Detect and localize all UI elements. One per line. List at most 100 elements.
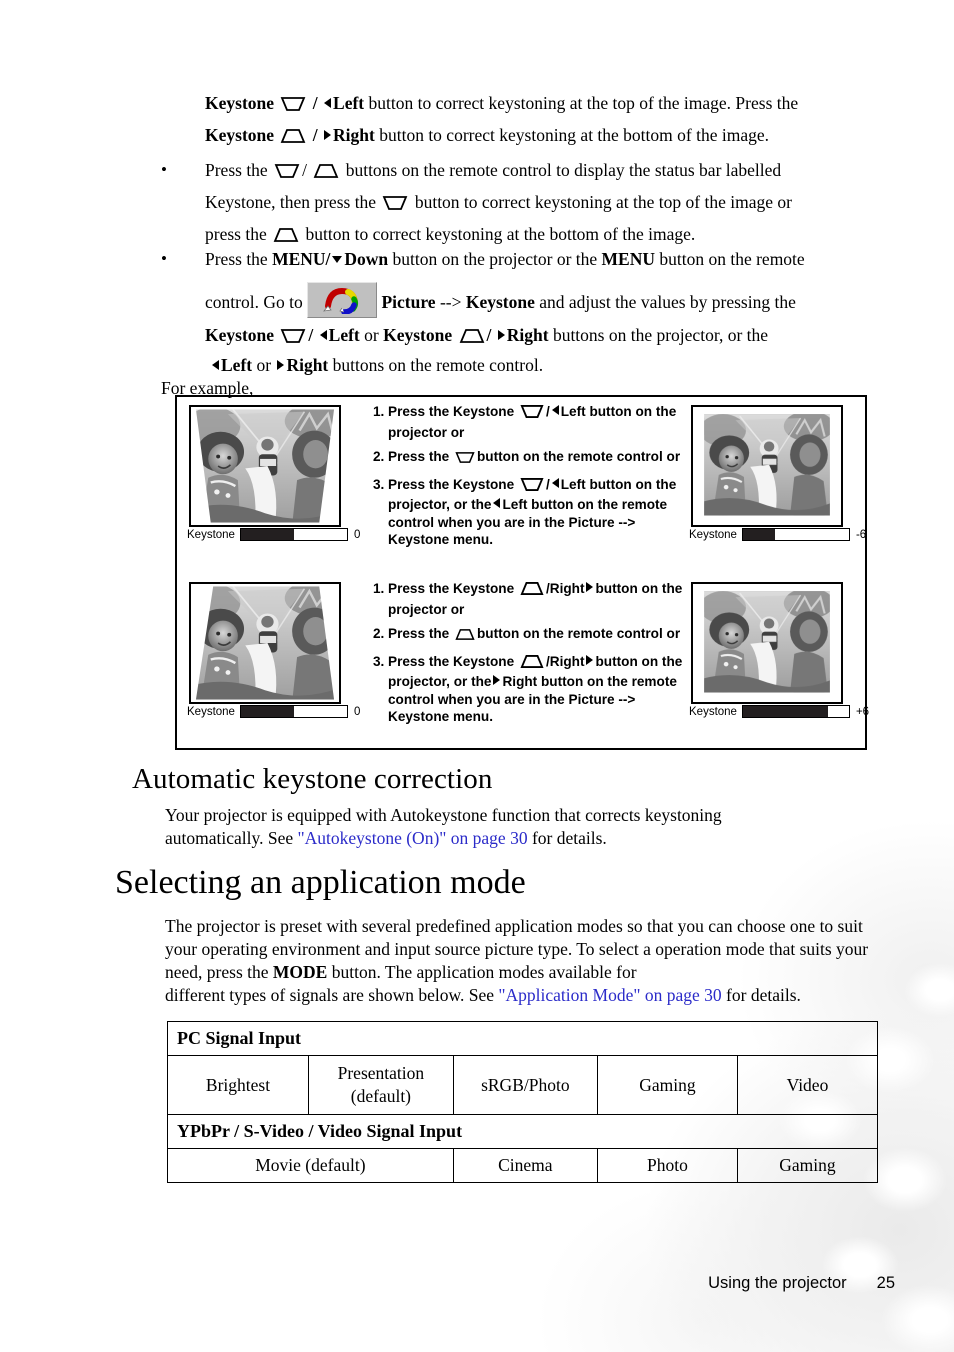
keystone-up-icon-4	[459, 323, 485, 353]
page-footer: Using the projector 25	[0, 1274, 895, 1293]
bullet-2-text-c: button on the remote	[655, 249, 805, 269]
step-slash-a: /	[545, 404, 550, 419]
step-text: Press the Keystone /Right button on the p…	[388, 580, 685, 618]
step-text-a: Press the Keystone	[388, 404, 515, 419]
bullet-2-line-3: Keystone / Left or Keystone / Right butt…	[205, 320, 905, 353]
status-bar-label-2: Keystone	[689, 528, 737, 541]
section-heading-auto-keystone: Automatic keystone correction	[132, 763, 493, 795]
app-mode-text-b: button. The application modes available …	[327, 962, 637, 982]
status-bar-track-3	[239, 705, 348, 718]
keystone-down-icon-s1	[520, 404, 544, 424]
step-number: 3.	[373, 476, 385, 492]
bullet-2-line-2: control. Go to Picture --> Keystone and …	[205, 282, 905, 318]
status-bar-top-after: Keystone -6	[689, 528, 866, 541]
bullet-2-line-1: Press the MENU/Down button on the projec…	[205, 244, 905, 274]
bullet-1-text-a: Press the	[205, 160, 273, 180]
auto-keystone-text-b: for details.	[527, 828, 607, 848]
step-item: 2. Press the button on the remote contro…	[373, 448, 685, 469]
step-number: 1.	[373, 404, 385, 419]
right-label-2: Right	[506, 325, 549, 345]
keystone-up-icon-s1	[520, 581, 544, 601]
left-arrow-icon-2	[319, 330, 327, 340]
mode-cell-photo: Photo	[596, 1148, 738, 1183]
bullet-1-text-b: buttons on the remote control to display…	[341, 160, 782, 180]
table-row: Movie (default) Cinema Photo Gaming	[167, 1148, 879, 1183]
step-text-m: Press the Keystone	[388, 653, 515, 669]
section-heading-app-mode: Selecting an application mode	[115, 864, 526, 901]
right-arrow-icon-s3	[493, 675, 501, 685]
autokeystone-page-link[interactable]: "Autokeystone (On)" on page 30	[298, 828, 528, 848]
step-number: 3.	[373, 653, 385, 669]
intro-line-2-tail: button to correct keystoning at the bott…	[374, 125, 769, 145]
corrected-image-bottom-after	[691, 582, 843, 704]
left-label-2: Left	[328, 325, 360, 345]
mode-cell-presentation: Presentation (default)	[308, 1055, 454, 1115]
step-number: 1.	[373, 581, 385, 596]
step-text-l: button on the remote control or	[477, 626, 681, 641]
right-arrow-icon-s1	[586, 582, 594, 592]
bullet-1-line-1: Press the / buttons on the remote contro…	[205, 155, 895, 188]
slash-4: /	[308, 325, 314, 345]
status-bar-bottom-after: Keystone +6	[689, 705, 869, 718]
step-slash-b: /	[545, 476, 550, 492]
app-mode-body-2: different types of signals are shown bel…	[165, 984, 875, 1007]
table-header-pc-signal: PC Signal Input	[167, 1021, 878, 1056]
step-text: Press the button on the remote control o…	[388, 625, 685, 646]
step-text-d: button on the remote control or	[477, 449, 681, 464]
right-label-1: Right	[333, 125, 375, 145]
menu-down-button-label: MENU/	[272, 249, 331, 269]
right-arrow-icon-s2	[586, 654, 594, 665]
left-label-3: Left	[221, 355, 253, 375]
step-text: Press the Keystone / Left button on the p…	[388, 476, 685, 549]
menu-arrow-text: -->	[435, 292, 466, 312]
step-text-c: Press the	[388, 449, 450, 464]
status-bar-track-1	[239, 528, 348, 541]
app-mode-text-d: for details.	[721, 985, 801, 1005]
application-mode-page-link[interactable]: "Application Mode" on page 30	[498, 985, 721, 1005]
status-bar-track-4	[741, 705, 850, 718]
picture-menu-label: Picture	[381, 292, 436, 312]
status-bar-label-4: Keystone	[689, 705, 737, 718]
bullet-2-text-b: button on the projector or the	[388, 249, 602, 269]
example-illustration-box: Keystone 0 Keystone -6 1. Press the Keys…	[175, 395, 869, 750]
status-bar-label-3: Keystone	[187, 705, 235, 718]
mode-cell-gaming: Gaming	[596, 1055, 738, 1115]
status-bar-value-1: 0	[353, 528, 361, 541]
step-text-n: /Right	[545, 653, 585, 669]
keystone-label-3: Keystone	[205, 325, 275, 345]
table-row: PC Signal Input	[167, 1021, 878, 1056]
auto-keystone-body: Your projector is equipped with Autokeys…	[165, 804, 805, 850]
keystoned-image-top-before	[189, 405, 341, 527]
bullet-marker-1: •	[161, 160, 167, 179]
intro-line-2: Keystone / Right button to correct keyst…	[205, 120, 895, 153]
step-item: 1. Press the Keystone / Left button on th…	[373, 403, 685, 441]
step-text-k: Press the	[388, 626, 450, 641]
keystone-down-icon-4	[280, 323, 306, 353]
bullet-2-or-1: or	[359, 325, 384, 345]
step-text: Press the Keystone / Left button on the p…	[388, 403, 685, 441]
menu-button-label: MENU	[601, 249, 655, 269]
app-mode-body-1: The projector is preset with several pre…	[165, 915, 875, 984]
step-item: 1. Press the Keystone /Right button on th…	[373, 580, 685, 618]
keystone-menu-label: Keystone	[465, 292, 535, 312]
table-row: Brightest Presentation (default) sRGB/Ph…	[166, 1055, 879, 1115]
step-item: 3. Press the Keystone /Right button on th…	[373, 653, 685, 726]
right-arrow-icon-1	[324, 130, 332, 140]
table-row: YPbPr / S-Video / Video Signal Input	[167, 1114, 878, 1149]
keystone-down-icon-2	[274, 158, 300, 188]
status-bar-track-2	[741, 528, 850, 541]
bullet-2-text-e: and adjust the values by pressing the	[534, 292, 796, 312]
keystone-up-icon-s2	[455, 628, 475, 646]
step-text: Press the button on the remote control o…	[388, 448, 685, 469]
left-arrow-icon-1	[324, 98, 332, 108]
application-mode-table: PC Signal Input Brightest Presentation (…	[166, 1021, 879, 1183]
bullet-1-text-f: button to correct keystoning at the bott…	[301, 224, 696, 244]
status-bar-fill-4	[742, 706, 828, 717]
keystone-down-icon	[280, 91, 306, 121]
mode-cell-movie: Movie (default)	[167, 1148, 454, 1183]
picture-menu-icon	[307, 282, 378, 318]
status-bar-top-before: Keystone 0	[187, 528, 360, 541]
mode-cell-gaming-2: Gaming	[736, 1148, 879, 1183]
bullet-1-text-c: Keystone, then press the	[205, 192, 381, 212]
left-label-1: Left	[333, 93, 365, 113]
